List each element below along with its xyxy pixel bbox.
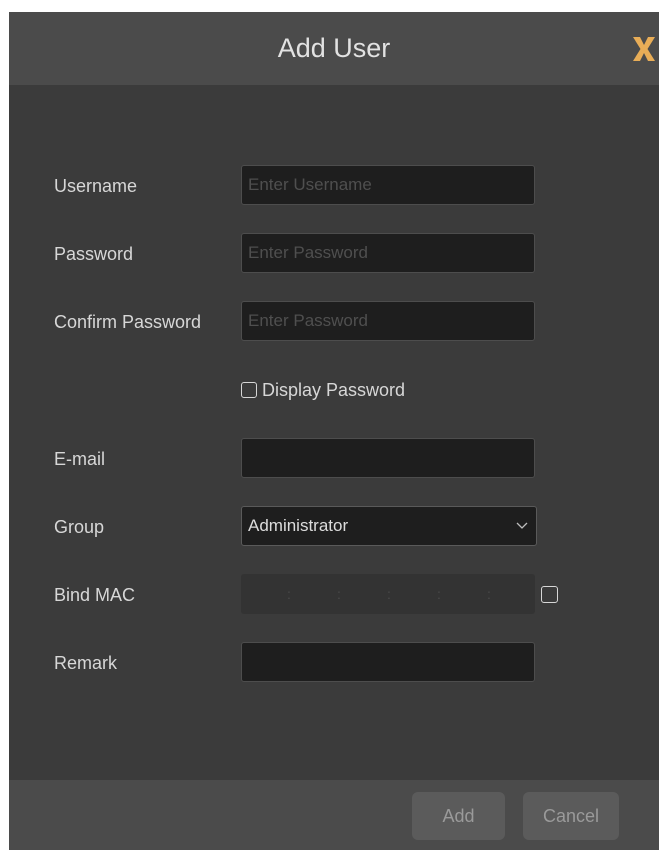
add-user-dialog: Add User Username Password Confirm Passw… — [9, 12, 659, 850]
dialog-footer: Add Cancel — [9, 780, 659, 850]
password-input[interactable] — [242, 234, 534, 272]
confirm-password-label: Confirm Password — [54, 312, 202, 332]
add-button[interactable]: Add — [412, 792, 505, 840]
group-select[interactable]: Administrator — [241, 506, 537, 546]
username-field-box — [241, 165, 535, 205]
remark-field-box — [241, 642, 535, 682]
remark-label: Remark — [54, 653, 118, 673]
confirm-password-input[interactable] — [242, 302, 534, 340]
username-label: Username — [54, 176, 138, 196]
email-label: E-mail — [54, 449, 106, 469]
password-field-box — [241, 233, 535, 273]
dialog-title: Add User — [277, 33, 391, 63]
mac-separator: : — [487, 586, 491, 602]
bind-mac-label: Bind MAC — [54, 585, 136, 605]
mac-separator: : — [387, 586, 391, 602]
mac-separator: : — [437, 586, 441, 602]
confirm-password-field-box — [241, 301, 535, 341]
bind-mac-checkbox[interactable] — [541, 586, 558, 603]
mac-address-field[interactable]: : : : : : — [241, 574, 535, 614]
group-label: Group — [54, 517, 105, 537]
display-password-checkbox[interactable] — [241, 382, 257, 398]
mac-separator: : — [337, 586, 341, 602]
username-input[interactable] — [242, 166, 534, 204]
close-x-icon — [633, 37, 655, 61]
mac-separator: : — [287, 586, 291, 602]
dialog-titlebar: Add User — [9, 12, 659, 85]
close-button[interactable] — [629, 34, 659, 64]
chevron-down-icon — [516, 522, 528, 529]
remark-input[interactable] — [242, 643, 534, 681]
email-field-box — [241, 438, 535, 478]
display-password-label[interactable]: Display Password — [262, 379, 405, 401]
password-label: Password — [54, 244, 134, 264]
email-input[interactable] — [242, 439, 534, 477]
group-selected-value: Administrator — [248, 516, 349, 535]
cancel-button[interactable]: Cancel — [523, 792, 619, 840]
